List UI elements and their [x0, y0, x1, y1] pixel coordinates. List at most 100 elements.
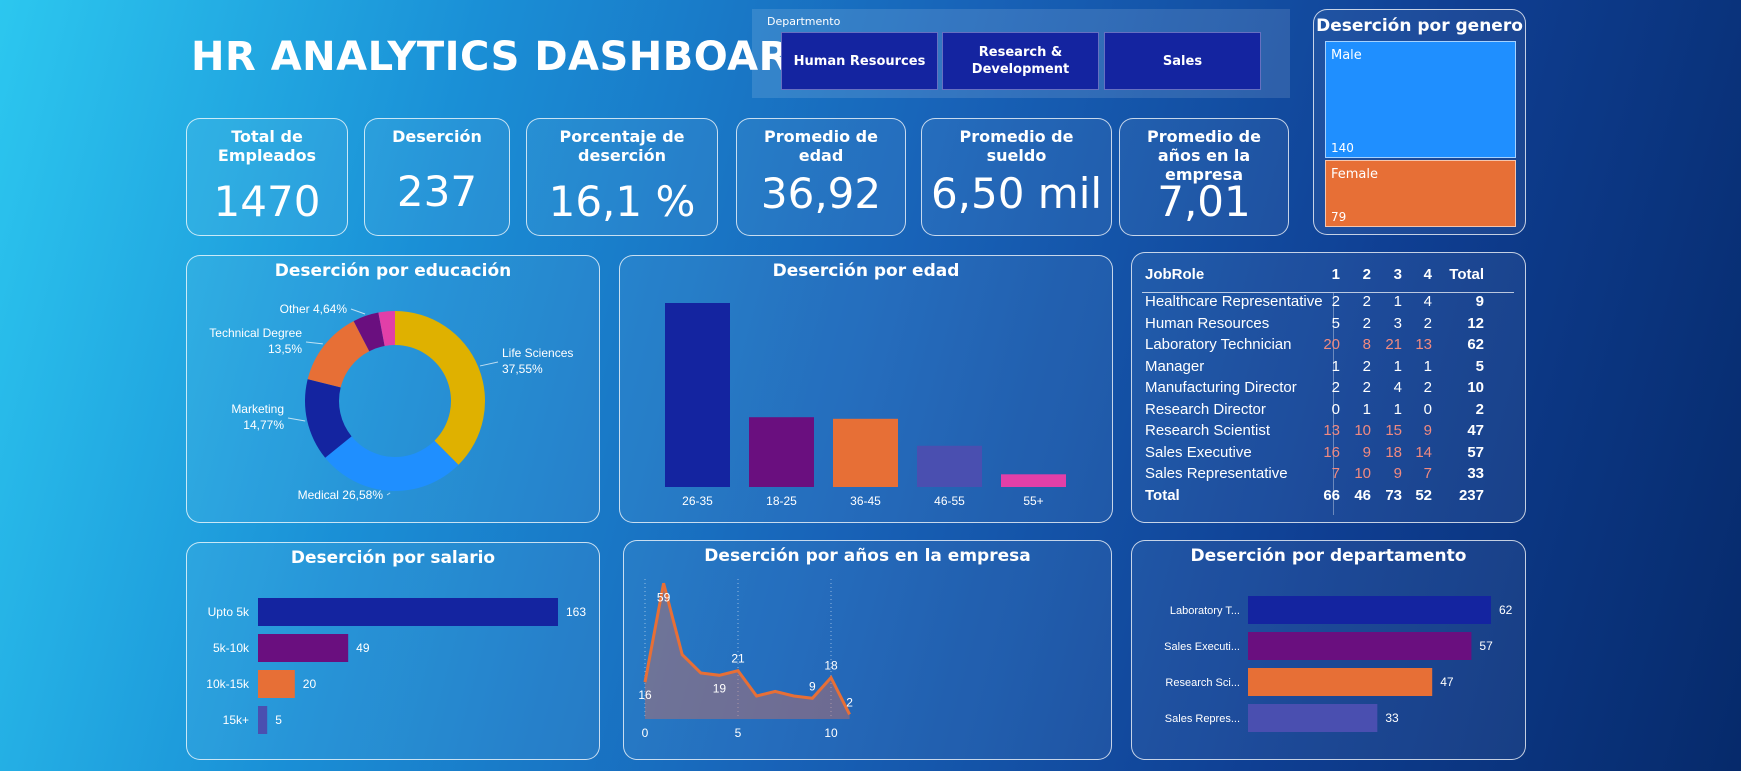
- row-total: 47: [1467, 422, 1484, 439]
- donut-label: 37,55%: [502, 362, 543, 376]
- salary-category-label: 10k-15k: [206, 677, 250, 691]
- table-row: Human Resources 5 2 3 2 12: [1132, 315, 1525, 336]
- kpi-attrition-rate: Porcentaje de deserción 16,1 %: [526, 118, 718, 236]
- table-row: Research Director 0 1 1 0 2: [1132, 401, 1525, 422]
- data-label: 2: [846, 695, 853, 709]
- total-cell: 46: [1354, 486, 1371, 504]
- column-header: Total: [1449, 266, 1484, 283]
- kpi-average-age: Promedio de edad 36,92: [736, 118, 906, 236]
- jobrole-name: Research Scientist: [1145, 422, 1271, 439]
- jobrole-name: Research Director: [1145, 400, 1266, 418]
- jobrole-name: Sales Representative: [1145, 465, 1288, 482]
- grand-total: 237: [1458, 486, 1484, 504]
- department-value-label: 62: [1499, 603, 1513, 617]
- donut-leader-line: [479, 361, 499, 367]
- table-cell: 21: [1385, 336, 1402, 353]
- column-header: JobRole: [1145, 266, 1205, 283]
- slicer-option-sales[interactable]: Sales: [1104, 32, 1261, 90]
- total-cell: 73: [1385, 486, 1402, 504]
- table-cell: 1: [1362, 400, 1371, 418]
- age-tick-label: 46-55: [934, 494, 965, 508]
- salary-bar: [258, 598, 558, 626]
- x-tick-label: 10: [824, 726, 838, 740]
- treemap-tile-male[interactable]: Male 140: [1325, 41, 1516, 158]
- donut-label: Technical Degree: [209, 326, 302, 340]
- row-total: 62: [1467, 336, 1484, 353]
- table-cell: 2: [1362, 357, 1371, 375]
- table-row: Laboratory Technician 20 8 21 13 62: [1132, 336, 1525, 357]
- salary-category-label: 5k-10k: [213, 641, 250, 655]
- salary-bar-chart: Upto 5k 163 5k-10k 49 10k-15k 20 15k+ 5: [206, 598, 586, 734]
- data-label: 59: [657, 590, 671, 604]
- total-cell: 52: [1415, 486, 1432, 504]
- row-total: 57: [1467, 443, 1484, 461]
- donut-leader-line: [386, 492, 391, 496]
- treemap-tile-female[interactable]: Female 79: [1325, 159, 1516, 227]
- table-row: Healthcare Representative 2 2 1 4 9: [1132, 293, 1525, 314]
- table-cell: 18: [1385, 443, 1402, 461]
- kpi-total-employees: Total de Empleados 1470: [186, 118, 348, 236]
- donut-label: Medical 26,58%: [298, 488, 384, 502]
- kpi-value: 1470: [213, 177, 321, 226]
- slicer-option-human-resources[interactable]: Human Resources: [781, 32, 938, 90]
- table-cell: 2: [1362, 293, 1371, 310]
- slicer-label: Departmento: [767, 15, 841, 28]
- table-cell: 4: [1423, 293, 1432, 310]
- table-cell: 20: [1323, 336, 1340, 353]
- age-bar: [749, 417, 814, 487]
- column-header: 2: [1362, 266, 1371, 283]
- row-total: 33: [1467, 465, 1484, 482]
- row-total: 9: [1475, 293, 1484, 310]
- row-total: 12: [1467, 314, 1484, 332]
- table-row: Sales Representative 7 10 9 7 33: [1132, 465, 1525, 486]
- treemap-label: Male: [1331, 48, 1362, 63]
- treemap-label: Female: [1331, 166, 1379, 182]
- donut-slice: [395, 311, 485, 465]
- salary-value-label: 20: [303, 677, 317, 691]
- kpi-label: Promedio de edad: [764, 127, 878, 165]
- table-cell: 0: [1423, 400, 1432, 418]
- donut-label: Other 4,64%: [280, 302, 348, 316]
- salary-value-label: 163: [566, 605, 586, 619]
- slicer-option-research-development[interactable]: Research & Development: [942, 32, 1099, 90]
- table-cell: 1: [1331, 357, 1340, 375]
- table-cell: 13: [1323, 422, 1340, 439]
- kpi-value: 7,01: [1157, 177, 1251, 226]
- table-cell: 5: [1331, 314, 1340, 332]
- kpi-label: Promedio de sueldo: [959, 127, 1074, 165]
- age-tick-label: 18-25: [766, 494, 797, 508]
- salary-category-label: 15k+: [223, 713, 249, 727]
- table-row: Research Scientist 13 10 15 9 47: [1132, 422, 1525, 443]
- data-label: 21: [731, 652, 745, 666]
- age-bar-chart: 26-35 18-25 36-45 46-55 55+: [665, 303, 1066, 508]
- donut-leader-line: [305, 341, 323, 345]
- table-cell: 9: [1393, 465, 1402, 482]
- x-tick-label: 0: [642, 726, 649, 740]
- department-category-label: Sales Repres...: [1165, 713, 1240, 725]
- table-cell: 2: [1362, 379, 1371, 396]
- table-cell: 7: [1423, 465, 1432, 482]
- education-attrition-card: Deserción por educación Life Sciences 37,…: [186, 255, 600, 523]
- jobrole-name: Manufacturing Director: [1145, 379, 1297, 396]
- total-row: Total 66 46 73 52 237: [1132, 487, 1525, 508]
- jobrole-name: Healthcare Representative: [1145, 293, 1323, 310]
- department-value-label: 57: [1479, 639, 1493, 653]
- kpi-label: Promedio de años en la empresa: [1147, 127, 1261, 184]
- table-cell: 10: [1354, 465, 1371, 482]
- age-bar: [917, 445, 982, 487]
- donut-leader-line: [350, 308, 366, 315]
- table-cell: 10: [1354, 422, 1371, 439]
- table-cell: 2: [1362, 314, 1371, 332]
- area-fill: [645, 583, 850, 719]
- department-bar: [1248, 668, 1433, 696]
- data-label: 9: [809, 679, 816, 693]
- table-cell: 9: [1423, 422, 1432, 439]
- total-label: Total: [1145, 486, 1180, 504]
- donut-label: Marketing: [231, 402, 284, 416]
- donut-label: 13,5%: [268, 342, 302, 356]
- table-cell: 15: [1385, 422, 1402, 439]
- data-label: 16: [638, 688, 652, 702]
- gender-treemap: Male 140 Female 79: [1325, 41, 1516, 227]
- jobrole-name: Laboratory Technician: [1145, 336, 1292, 353]
- data-label: 18: [824, 659, 838, 673]
